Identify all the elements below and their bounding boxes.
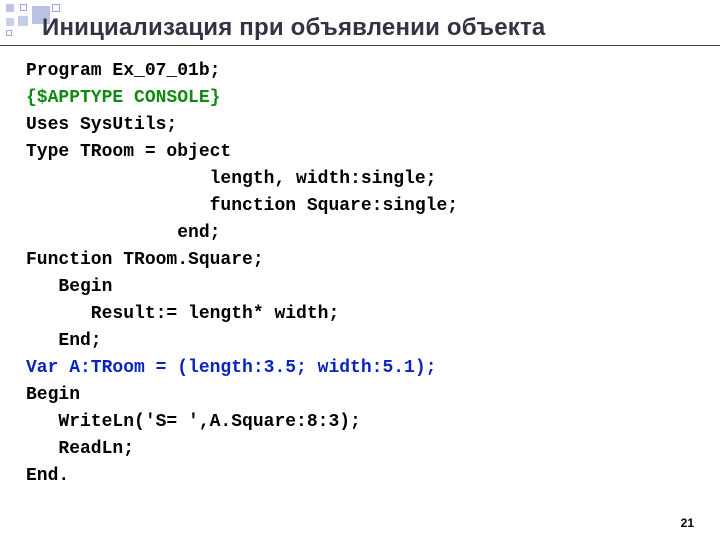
code-line: Function TRoom.Square; <box>26 250 264 270</box>
decor-square <box>6 18 14 26</box>
code-line: Begin <box>26 385 80 405</box>
code-line: function Square:single; <box>26 196 458 216</box>
code-line: ReadLn; <box>26 439 134 459</box>
code-line: Type TRoom = object <box>26 142 231 162</box>
page-number: 21 <box>681 516 694 530</box>
code-line: WriteLn('S= ',A.Square:8:3); <box>26 412 361 432</box>
code-block: Program Ex_07_01b; {$APPTYPE CONSOLE} Us… <box>26 58 694 490</box>
code-line: length, width:single; <box>26 169 436 189</box>
code-line: end; <box>26 223 220 243</box>
code-line: Begin <box>26 277 112 297</box>
decor-square <box>52 4 60 12</box>
slide-title: Инициализация при объявлении объекта <box>42 14 700 42</box>
code-line: Result:= length* width; <box>26 304 339 324</box>
title-underline <box>0 45 720 46</box>
code-line: {$APPTYPE CONSOLE} <box>26 88 220 108</box>
code-line: Program Ex_07_01b; <box>26 61 220 81</box>
decor-square <box>20 4 27 11</box>
code-line: Var A:TRoom = (length:3.5; width:5.1); <box>26 358 436 378</box>
code-line: End; <box>26 331 102 351</box>
code-line: Uses SysUtils; <box>26 115 177 135</box>
decor-square <box>18 16 28 26</box>
decor-square <box>6 4 14 12</box>
code-line: End. <box>26 466 69 486</box>
decor-square <box>6 30 12 36</box>
